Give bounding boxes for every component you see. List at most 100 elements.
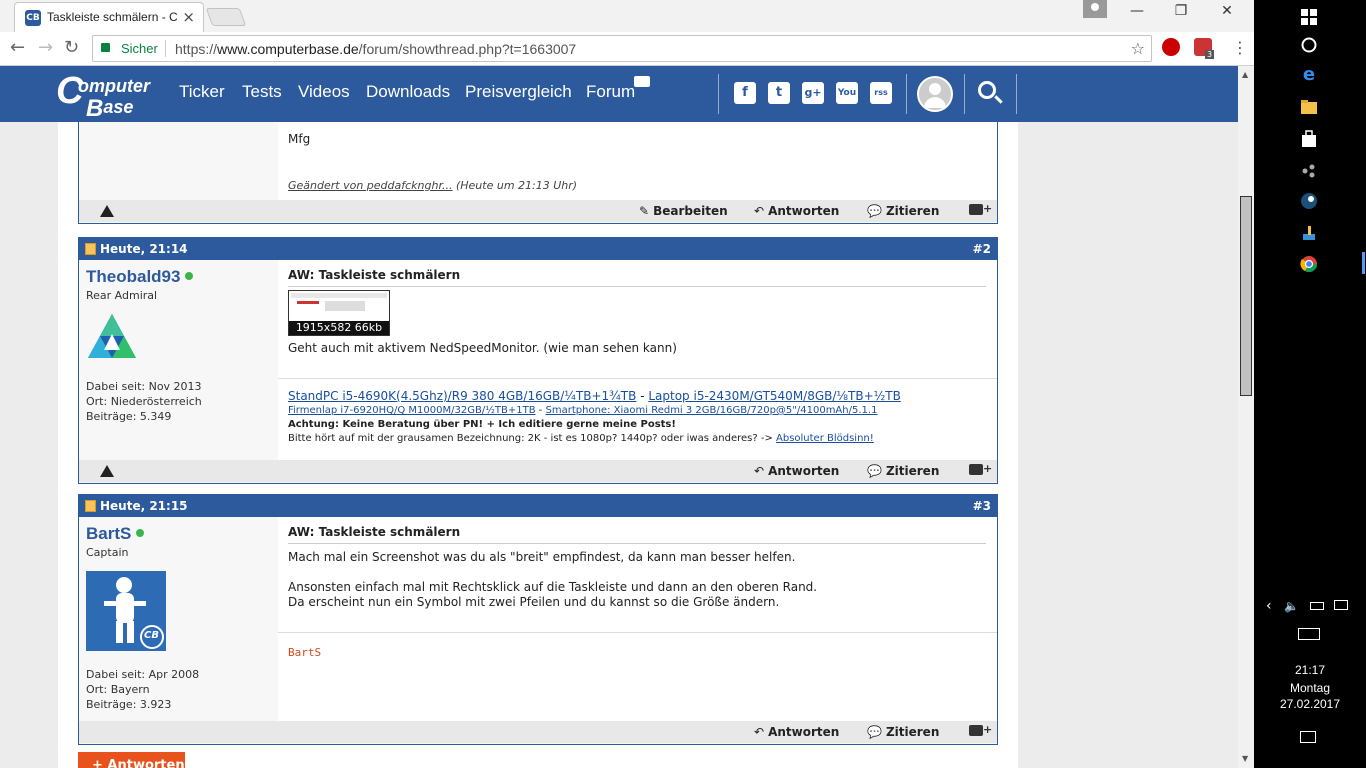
sig-firmenlap-link[interactable]: Firmenlap i7-6920HQ/Q M1000M/32GB/½TB+1T… — [288, 405, 536, 416]
file-explorer-icon[interactable] — [1300, 98, 1318, 116]
nav-preisvergleich[interactable]: Preisvergleich — [465, 82, 572, 102]
user-post-count: Beiträge: 5.349 — [86, 410, 172, 423]
youtube-icon[interactable]: You — [836, 82, 858, 104]
sig-standpc-link[interactable]: StandPC i5-4690K(4.5Ghz)/R9 380 4GB/16GB… — [288, 389, 636, 403]
twitter-icon[interactable]: t — [768, 82, 790, 104]
sig-bloedsinn-link[interactable]: Absoluter Blödsinn! — [776, 433, 874, 444]
chrome-icon[interactable] — [1300, 255, 1318, 273]
multiquote-icon[interactable] — [969, 202, 992, 215]
quote-button[interactable]: 💬 Zitieren — [867, 725, 939, 739]
user-account-icon[interactable] — [917, 76, 953, 112]
post-text-3: Da erscheint nun ein Symbol mit zwei Pfe… — [288, 595, 780, 609]
nav-tests[interactable]: Tests — [242, 82, 282, 102]
rss-icon[interactable]: rss — [870, 82, 892, 104]
edit-button[interactable]: ✎ Bearbeiten — [639, 204, 728, 218]
scroll-up-icon[interactable]: ▲ — [1242, 70, 1248, 79]
quote-button[interactable]: 💬 Zitieren — [867, 464, 939, 478]
reply-button[interactable]: ↶ Antworten — [754, 204, 839, 218]
report-warning-icon[interactable] — [100, 465, 114, 477]
nav-videos[interactable]: Videos — [298, 82, 350, 102]
quote-button-label: Zitieren — [885, 464, 940, 478]
adblock-badge: 3 — [1205, 50, 1215, 59]
bookmark-star-icon[interactable]: ☆ — [1131, 39, 1145, 58]
sig-separator: - — [636, 389, 649, 403]
multiquote-icon[interactable] — [969, 462, 992, 475]
volume-icon[interactable]: 🔈 — [1284, 599, 1299, 613]
address-bar[interactable]: Sicher https://www.computerbase.de/forum… — [92, 35, 1152, 62]
signature-line-2: Firmenlap i7-6920HQ/Q M1000M/32GB/½TB+1T… — [288, 405, 877, 417]
avatar-badge: CB — [144, 630, 159, 641]
network-icon[interactable] — [1334, 600, 1348, 610]
facebook-icon[interactable]: f — [734, 82, 756, 104]
windows-start-icon[interactable] — [1300, 8, 1318, 26]
post-footer: ↶ Antworten 💬 Zitieren — [79, 460, 997, 482]
action-center-icon[interactable] — [1300, 731, 1316, 743]
page-scrollbar[interactable]: ▲ ▼ — [1238, 66, 1254, 768]
computerbase-favicon-icon: CB — [25, 10, 41, 26]
user-joined: Dabei seit: Nov 2013 — [86, 380, 202, 393]
edge-browser-icon[interactable]: e — [1300, 66, 1318, 84]
attachment-thumbnail[interactable]: 1915x582 66kb — [288, 290, 390, 336]
username-link[interactable]: BartS — [86, 524, 145, 544]
keyboard-icon[interactable] — [1298, 628, 1320, 640]
edited-by-link[interactable]: Geändert von peddafcknghr... — [288, 179, 452, 192]
back-icon[interactable]: ← — [10, 37, 25, 58]
user-rank: Rear Admiral — [86, 289, 158, 302]
store-icon[interactable] — [1300, 130, 1318, 148]
multiquote-icon[interactable] — [969, 723, 992, 736]
minimize-icon[interactable]: — — [1114, 3, 1160, 19]
reply-button[interactable]: ↶ Antworten — [754, 725, 839, 739]
thumbnail-preview — [291, 293, 387, 319]
url-scheme: https:// — [175, 41, 218, 57]
sig-separator: - — [535, 405, 546, 416]
app-dots-icon[interactable] — [1300, 162, 1318, 180]
report-warning-icon[interactable] — [100, 205, 114, 217]
browser-tab[interactable]: CB Taskleiste schmälern - Co × — [14, 2, 204, 32]
online-status-icon — [185, 272, 194, 280]
cleaner-app-icon[interactable] — [1300, 224, 1318, 242]
scroll-down-icon[interactable]: ▼ — [1242, 754, 1248, 763]
steam-icon[interactable] — [1300, 192, 1318, 210]
profile-icon[interactable] — [1083, 0, 1107, 18]
clock-time[interactable]: 21:17 — [1254, 663, 1366, 677]
nav-ticker[interactable]: Ticker — [179, 82, 225, 102]
reply-button[interactable]: ↶ Antworten — [754, 464, 839, 478]
close-window-icon[interactable]: ✕ — [1204, 3, 1250, 19]
google-plus-icon[interactable]: g+ — [802, 82, 824, 104]
restore-icon[interactable]: ❐ — [1158, 3, 1204, 19]
sig-smartphone-link[interactable]: Smartphone: Xiaomi Redmi 3 2GB/16GB/720p… — [546, 405, 878, 416]
close-tab-icon[interactable]: × — [182, 8, 195, 26]
user-avatar[interactable] — [86, 312, 138, 364]
cortana-icon[interactable] — [1300, 36, 1318, 54]
menu-kebab-icon[interactable]: ⋮ — [1232, 38, 1248, 57]
post-number[interactable]: #3 — [973, 499, 991, 513]
scrollbar-thumb[interactable] — [1240, 196, 1252, 396]
forward-icon[interactable]: → — [38, 37, 53, 58]
reload-icon[interactable]: ↻ — [64, 37, 79, 58]
tab-title: Taskleiste schmälern - Co — [47, 10, 177, 24]
post-date: Heute, 21:14 — [100, 242, 188, 256]
user-avatar[interactable]: CB — [86, 571, 166, 651]
post-number[interactable]: #2 — [973, 242, 991, 256]
signature-divider — [278, 632, 997, 633]
triangle-logo-icon — [88, 314, 136, 358]
nav-forum[interactable]: Forum — [586, 82, 635, 102]
username-link[interactable]: Theobald93 — [86, 267, 194, 287]
url-text[interactable]: https://www.computerbase.de/forum/showth… — [175, 41, 576, 57]
search-icon[interactable] — [978, 81, 996, 99]
quote-bubble-icon: 💬 — [867, 204, 882, 218]
quote-button-label: Zitieren — [885, 204, 940, 218]
quote-button[interactable]: 💬 Zitieren — [867, 204, 939, 218]
nav-downloads[interactable]: Downloads — [366, 82, 450, 102]
post-sidebar: Theobald93 Rear Admiral Dabei seit: Nov … — [79, 260, 277, 460]
sig-laptop-link[interactable]: Laptop i5-2430M/GT540M/8GB/⅛TB+½TB — [648, 389, 901, 403]
show-hidden-icons-chevron-icon[interactable]: ‹ — [1266, 598, 1272, 614]
new-tab-button[interactable] — [205, 8, 247, 26]
battery-icon[interactable] — [1310, 602, 1324, 610]
user-joined: Dabei seit: Apr 2008 — [86, 668, 200, 681]
active-app-indicator — [1362, 252, 1365, 274]
extension-red-icon[interactable] — [1162, 38, 1180, 56]
post-text: Geht auch mit aktivem NedSpeedMonitor. (… — [288, 341, 677, 355]
post-body: AW: Taskleiste schmälern 1915x582 66kb G… — [278, 260, 997, 460]
new-reply-button[interactable]: + Antworten — [78, 752, 185, 768]
